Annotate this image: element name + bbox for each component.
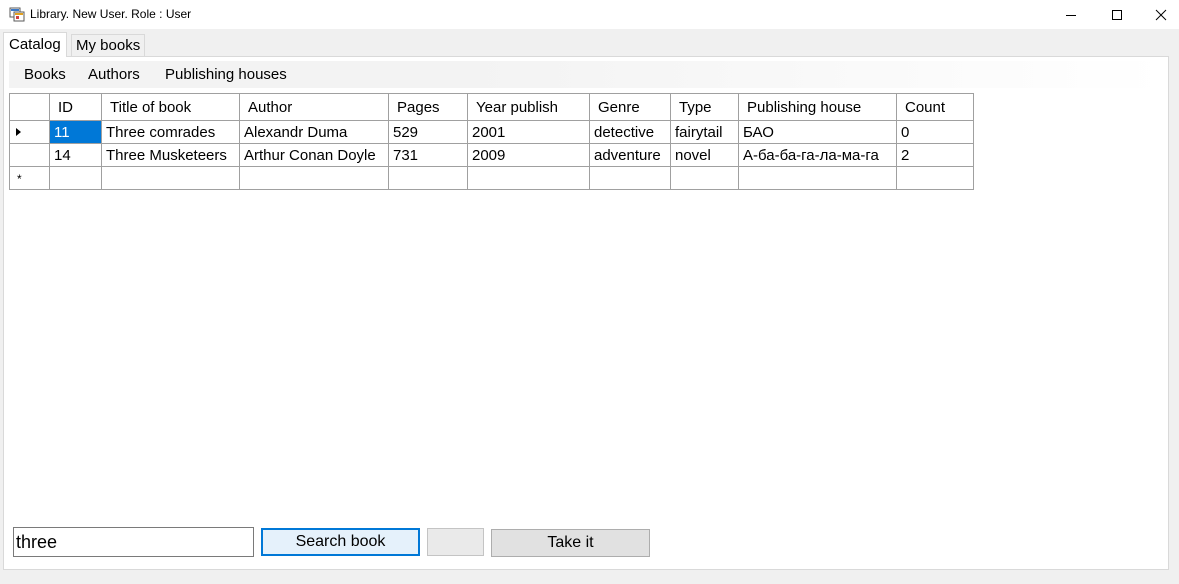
blank-button[interactable] (427, 528, 484, 556)
title-bar: Library. New User. Role : User (0, 0, 1179, 29)
take-it-button[interactable]: Take it (491, 529, 650, 557)
menu-item-books[interactable]: Books (16, 61, 74, 88)
new-row-marker: * (17, 172, 22, 186)
table-cell[interactable] (49, 166, 102, 190)
table-cell[interactable]: 2009 (467, 143, 590, 167)
table-cell[interactable]: 731 (388, 143, 468, 167)
minimize-icon (1066, 14, 1076, 16)
table-cell[interactable]: novel (670, 143, 739, 167)
column-header-genre[interactable]: Genre (589, 93, 671, 121)
column-header-pages[interactable]: Pages (388, 93, 468, 121)
row-header[interactable] (9, 143, 50, 167)
table-cell[interactable]: 0 (896, 120, 974, 144)
maximize-button[interactable] (1094, 0, 1140, 29)
table-cell[interactable]: Three comrades (101, 120, 240, 144)
row-header[interactable] (9, 120, 50, 144)
table-cell[interactable]: 14 (49, 143, 102, 167)
table-cell[interactable] (239, 166, 389, 190)
column-header-year[interactable]: Year publish (467, 93, 590, 121)
column-header-count[interactable]: Count (896, 93, 974, 121)
table-cell[interactable]: БАО (738, 120, 897, 144)
search-input[interactable] (13, 527, 254, 557)
table-cell[interactable]: Three Musketeers (101, 143, 240, 167)
column-header-id[interactable]: ID (49, 93, 102, 121)
tab-my-books[interactable]: My books (71, 34, 146, 56)
catalog-tab-page: Books Authors Publishing houses ID Title… (3, 56, 1169, 570)
table-cell[interactable] (101, 166, 240, 190)
books-grid[interactable]: ID Title of book Author Pages Year publi… (9, 93, 974, 190)
column-header-title[interactable]: Title of book (101, 93, 240, 121)
column-header-author[interactable]: Author (239, 93, 389, 121)
table-cell[interactable]: Arthur Conan Doyle (239, 143, 389, 167)
table-cell[interactable] (388, 166, 468, 190)
table-cell[interactable]: А-ба-ба-га-ла-ма-га (738, 143, 897, 167)
table-cell[interactable]: 2 (896, 143, 974, 167)
table-cell[interactable]: 529 (388, 120, 468, 144)
close-icon (1155, 9, 1167, 20)
table-cell[interactable]: adventure (589, 143, 671, 167)
table-row[interactable]: 11 Three comrades Alexandr Duma 529 2001… (9, 120, 974, 144)
grid-corner-header (9, 93, 50, 121)
table-row[interactable]: 14 Three Musketeers Arthur Conan Doyle 7… (9, 143, 974, 167)
table-cell[interactable] (467, 166, 590, 190)
table-cell[interactable] (670, 166, 739, 190)
column-header-type[interactable]: Type (670, 93, 739, 121)
table-cell[interactable]: 2001 (467, 120, 590, 144)
window-title: Library. New User. Role : User (30, 7, 192, 21)
table-cell[interactable]: 11 (49, 120, 102, 144)
table-cell[interactable]: fairytail (670, 120, 739, 144)
maximize-icon (1112, 9, 1122, 20)
menu-strip: Books Authors Publishing houses (9, 61, 1166, 88)
table-cell[interactable]: Alexandr Duma (239, 120, 389, 144)
row-arrow-icon (16, 128, 21, 136)
new-row[interactable]: * (9, 166, 974, 190)
table-cell[interactable]: detective (589, 120, 671, 144)
app-icon (9, 7, 25, 22)
menu-item-authors[interactable]: Authors (80, 61, 148, 88)
search-book-button[interactable]: Search book (261, 528, 420, 556)
row-header[interactable]: * (9, 166, 50, 190)
grid-header-row: ID Title of book Author Pages Year publi… (9, 93, 974, 121)
table-cell[interactable] (589, 166, 671, 190)
table-cell[interactable] (738, 166, 897, 190)
table-cell[interactable] (896, 166, 974, 190)
tab-catalog[interactable]: Catalog (3, 32, 67, 57)
menu-item-publishing-houses[interactable]: Publishing houses (157, 61, 295, 88)
column-header-publishing-house[interactable]: Publishing house (738, 93, 897, 121)
minimize-button[interactable] (1048, 0, 1094, 29)
close-button[interactable] (1138, 0, 1179, 29)
